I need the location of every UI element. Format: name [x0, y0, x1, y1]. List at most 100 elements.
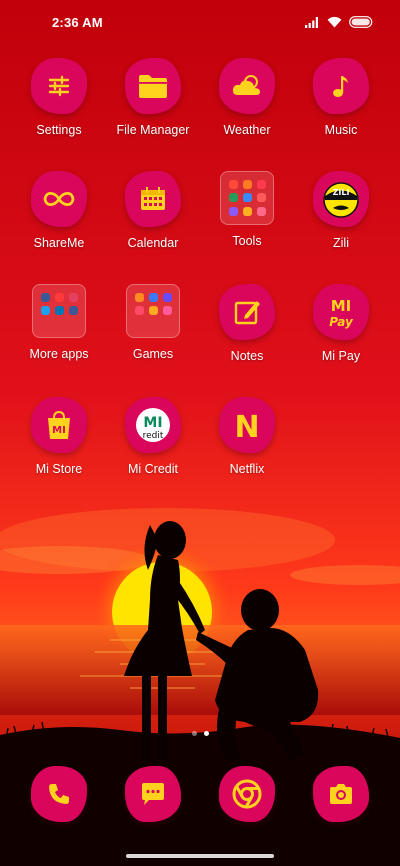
wifi-icon [327, 16, 342, 28]
netflix-logo-text: N [234, 410, 259, 442]
cloud-sun-icon [232, 75, 260, 95]
app-label: Weather [223, 123, 271, 137]
page-dot[interactable] [191, 731, 197, 736]
mi-pay-mi-text: MI [331, 297, 352, 315]
infinity-icon [43, 191, 75, 207]
file-manager-app-icon[interactable] [125, 58, 181, 114]
settings-app-icon[interactable] [31, 58, 87, 114]
home-indicator-bar[interactable] [126, 854, 274, 858]
music-note-icon [333, 76, 348, 97]
mini-app-icon [148, 293, 158, 303]
app-calendar[interactable]: Calendar [106, 171, 200, 284]
page-dot-active[interactable] [203, 731, 209, 736]
app-notes[interactable]: Notes [200, 284, 294, 397]
app-label: ShareMe [33, 236, 85, 250]
folder-more-apps[interactable]: More apps [12, 284, 106, 397]
folder-icon [139, 75, 167, 98]
mi-pay-app-icon[interactable]: MI Pay [313, 284, 369, 340]
app-settings[interactable]: Settings [12, 58, 106, 171]
shareme-app-icon[interactable] [31, 171, 87, 227]
mini-app-icon [68, 293, 78, 303]
mini-app-icon [162, 306, 172, 316]
mini-app-icon [134, 293, 144, 303]
mini-app-icon [256, 206, 266, 216]
mini-app-icon [228, 193, 238, 203]
dock-phone[interactable] [12, 766, 106, 822]
message-icon [142, 783, 164, 805]
calendar-icon [141, 187, 165, 210]
mini-app-slot [149, 320, 158, 329]
camera-icon [330, 784, 352, 804]
zili-logo-text: ZILI [333, 188, 350, 197]
app-label: Calendar [127, 236, 179, 250]
mi-store-app-icon[interactable]: MI [31, 397, 87, 453]
mini-app-slot [55, 320, 64, 329]
app-label: Tools [232, 234, 262, 248]
mini-app-icon [256, 193, 266, 203]
tools-folder-preview-icon[interactable] [220, 171, 274, 225]
status-time: 2:36 AM [52, 14, 103, 30]
app-label: Mi Pay [321, 349, 361, 363]
app-mi-store[interactable]: MI Mi Store [12, 397, 106, 510]
mini-app-icon [228, 206, 238, 216]
folder-tools[interactable]: Tools [200, 171, 294, 284]
mini-app-icon [242, 206, 252, 216]
app-label: Notes [230, 349, 264, 363]
mini-app-icon [40, 293, 50, 303]
netflix-app-icon[interactable]: N [219, 397, 275, 453]
mi-credit-icon: MI redit [136, 408, 170, 442]
app-file-manager[interactable]: File Manager [106, 58, 200, 171]
weather-app-icon[interactable] [219, 58, 275, 114]
mini-app-icon [40, 306, 50, 316]
mini-app-icon [68, 306, 78, 316]
app-label: More apps [29, 347, 89, 361]
mini-app-slot [163, 320, 172, 329]
app-mi-pay[interactable]: MI Pay Mi Pay [294, 284, 388, 397]
mini-app-icon [54, 306, 64, 316]
app-music[interactable]: Music [294, 58, 388, 171]
app-zili[interactable]: ZILI Zili [294, 171, 388, 284]
chrome-icon [232, 779, 262, 809]
mini-app-icon [54, 293, 64, 303]
music-app-icon[interactable] [313, 58, 369, 114]
netflix-icon: N [234, 410, 259, 442]
signal-icon [305, 16, 318, 28]
app-label: Games [132, 347, 174, 361]
app-label: Zili [333, 236, 349, 250]
zili-app-icon[interactable]: ZILI [313, 171, 369, 227]
mi-credit-credit-text: redit [143, 431, 164, 441]
mini-app-icon [256, 180, 266, 190]
mi-credit-mi-text: MI [143, 415, 162, 431]
app-shareme[interactable]: ShareMe [12, 171, 106, 284]
chrome-app-icon[interactable] [219, 766, 275, 822]
page-indicator[interactable] [0, 731, 400, 736]
games-folder-preview-icon[interactable] [126, 284, 180, 338]
app-grid: Settings File Manager Weather Music Shar… [12, 58, 388, 510]
dock-chrome[interactable] [200, 766, 294, 822]
app-netflix[interactable]: N Netflix [200, 397, 294, 510]
app-mi-credit[interactable]: MI redit Mi Credit [106, 397, 200, 510]
mi-pay-pay-text: Pay [329, 315, 354, 329]
calendar-app-icon[interactable] [125, 171, 181, 227]
mini-app-slot [69, 320, 78, 329]
mi-pay-icon: MI Pay [329, 297, 354, 329]
mini-app-icon [162, 293, 172, 303]
mi-store-logo-text: MI [52, 425, 66, 436]
mini-app-icon [242, 180, 252, 190]
app-weather[interactable]: Weather [200, 58, 294, 171]
camera-app-icon[interactable] [313, 766, 369, 822]
dock-messages[interactable] [106, 766, 200, 822]
shopping-bag-icon: MI [48, 410, 70, 439]
app-label: Netflix [229, 462, 265, 476]
status-icons [305, 16, 374, 28]
more-apps-folder-preview-icon[interactable] [32, 284, 86, 338]
notes-app-icon[interactable] [219, 284, 275, 340]
app-label: Settings [36, 123, 82, 137]
dock-camera[interactable] [294, 766, 388, 822]
mi-credit-app-icon[interactable]: MI redit [125, 397, 181, 453]
folder-games[interactable]: Games [106, 284, 200, 397]
messages-app-icon[interactable] [125, 766, 181, 822]
mini-app-icon [148, 306, 158, 316]
phone-app-icon[interactable] [31, 766, 87, 822]
app-label: Mi Credit [127, 462, 178, 476]
